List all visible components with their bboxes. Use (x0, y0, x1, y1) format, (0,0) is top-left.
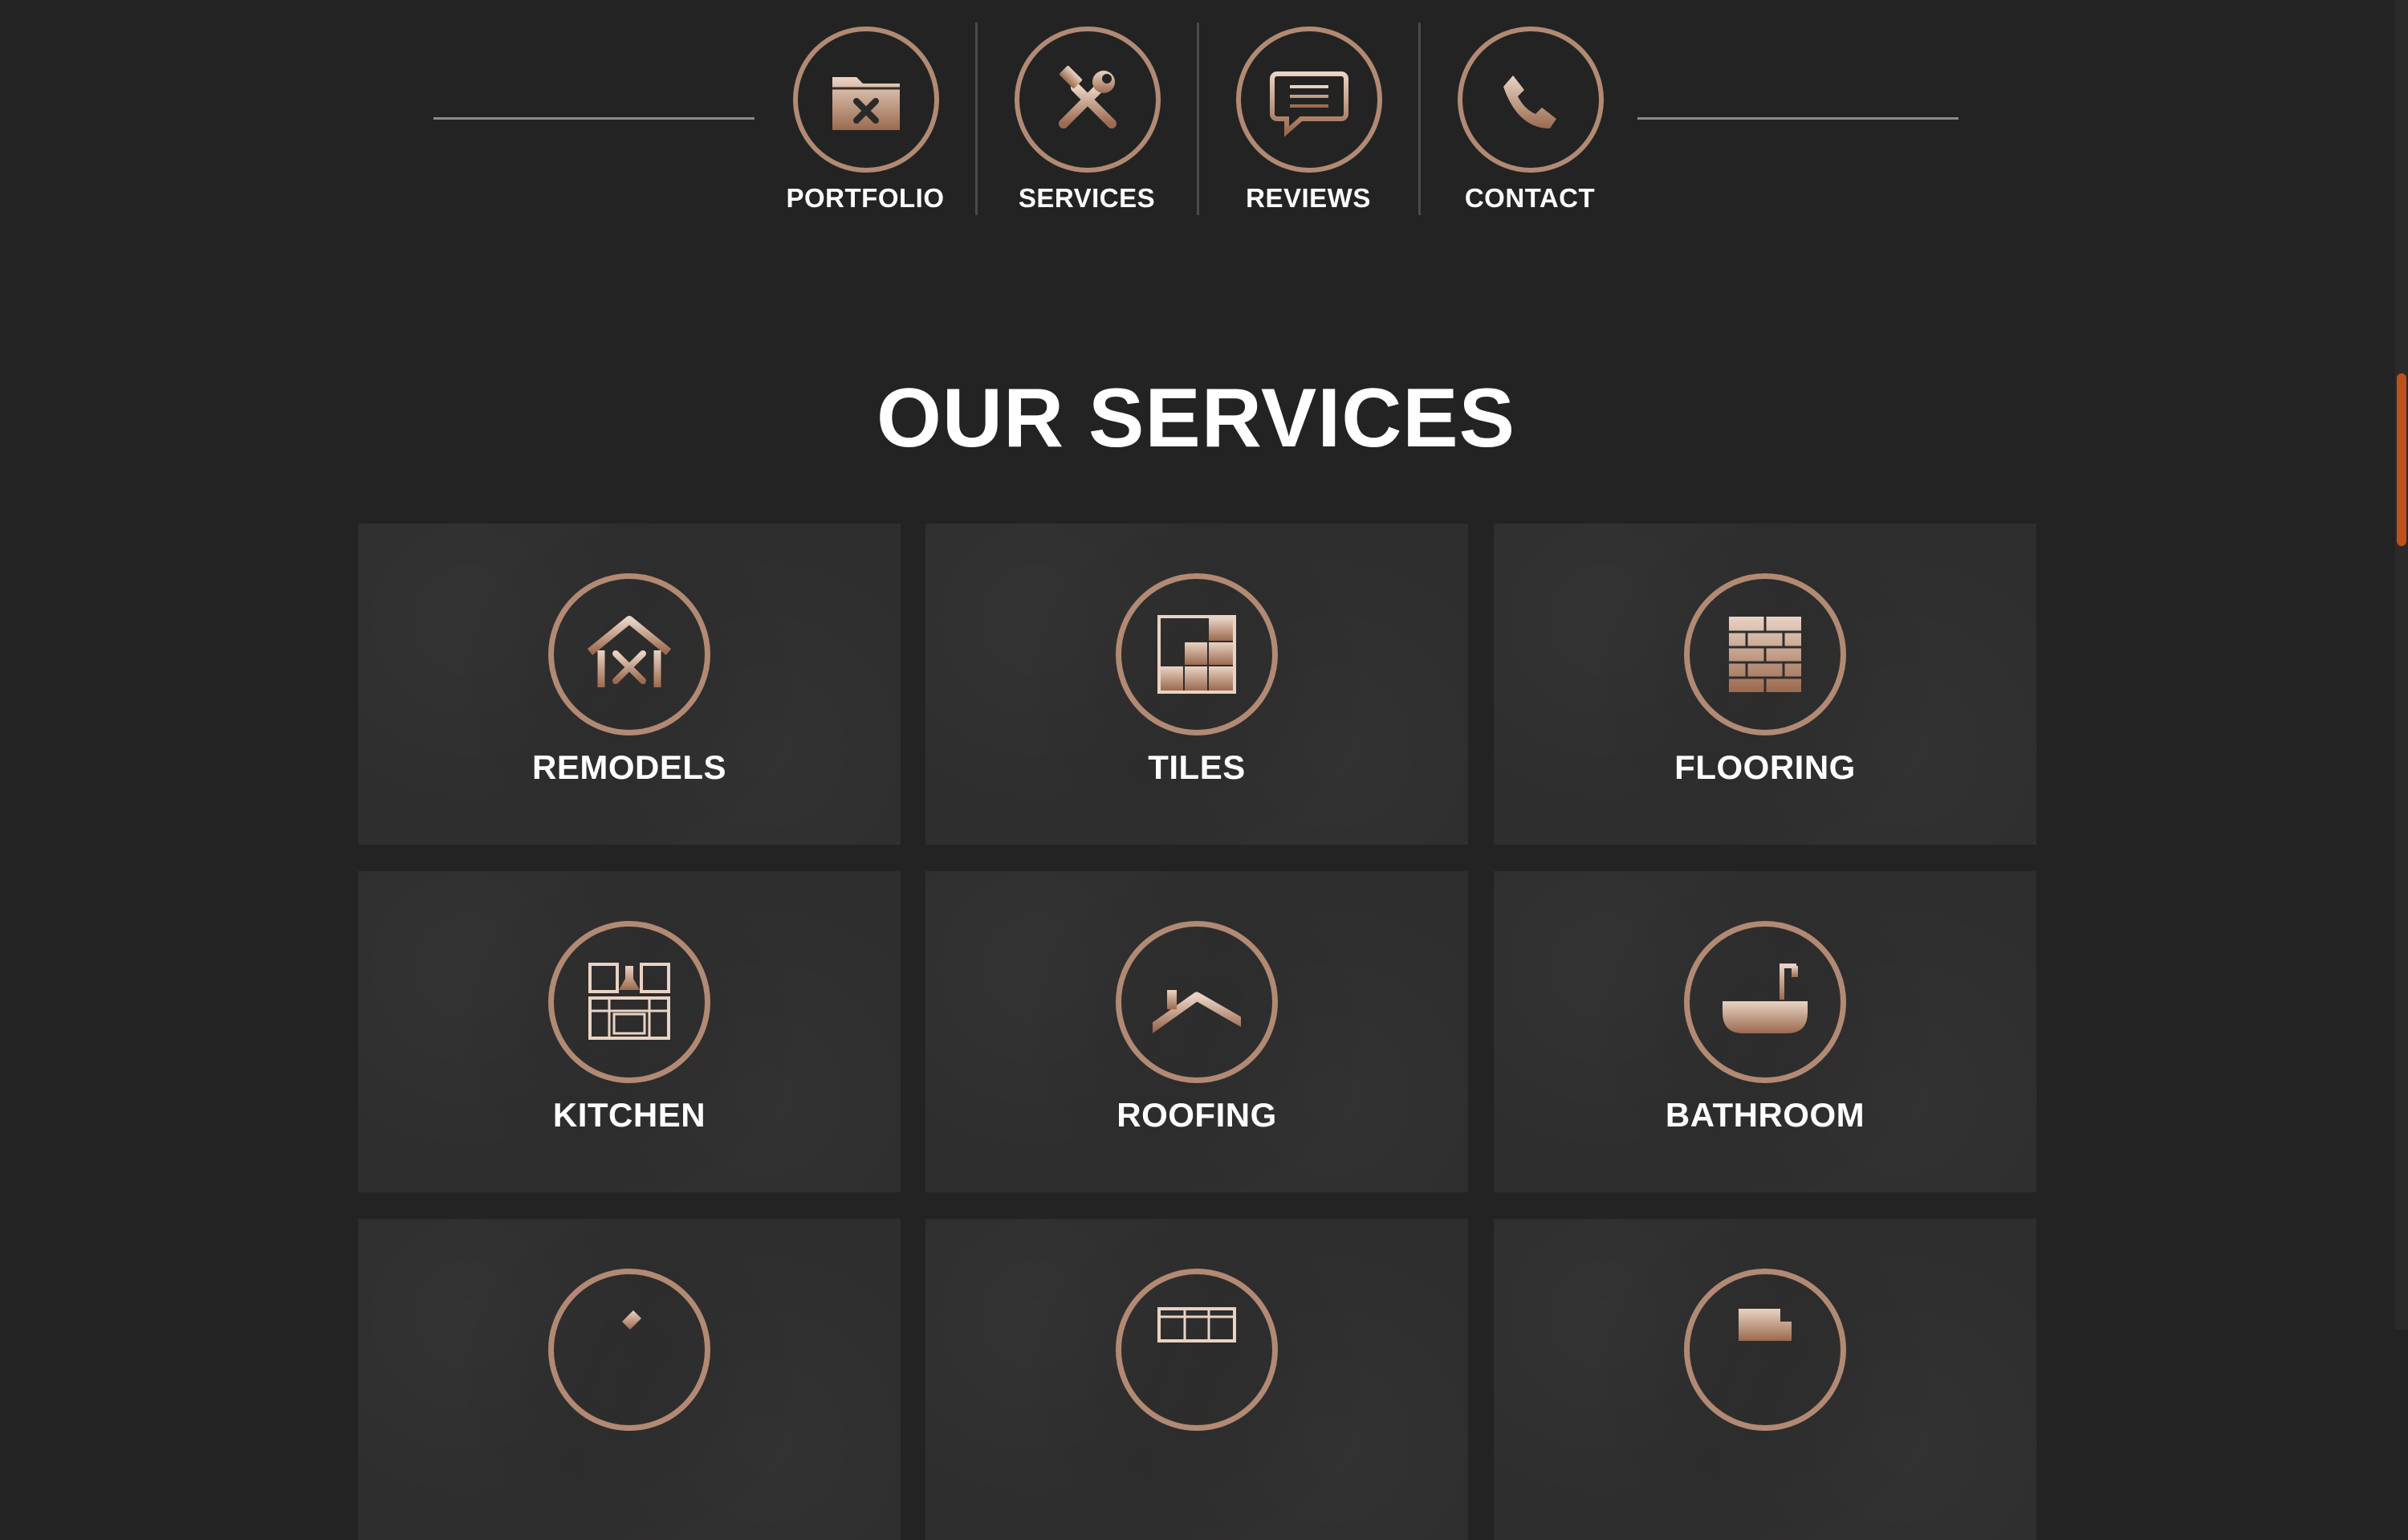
wrench-icon (622, 1310, 641, 1330)
service-icon-ring (1684, 573, 1846, 735)
nav-icon-ring (1458, 26, 1604, 173)
nav-label-reviews: REVIEWS (1246, 183, 1371, 213)
service-icon-ring (1116, 921, 1278, 1083)
nav-icon-ring (1015, 26, 1161, 173)
cabinet-icon (1157, 1307, 1236, 1342)
service-label: FLOORING (1674, 748, 1856, 786)
nav-icon-ring (1236, 26, 1382, 173)
nav-item-services[interactable]: SERVICES (976, 0, 1198, 217)
house-tools-icon (587, 616, 672, 687)
nav-label-portfolio: PORTFOLIO (786, 183, 945, 213)
service-card-partial[interactable] (1494, 1219, 2036, 1540)
nav-item-reviews[interactable]: REVIEWS (1198, 0, 1419, 217)
nav-label-services: SERVICES (1018, 183, 1156, 213)
nav-line-right (1637, 117, 1959, 120)
kitchen-cabinets-icon (588, 963, 670, 1040)
speech-bubble-icon (1270, 71, 1348, 137)
service-card-partial[interactable] (925, 1219, 1468, 1540)
nav-item-contact[interactable]: CONTACT (1419, 0, 1641, 217)
service-label: BATHROOM (1665, 1096, 1865, 1134)
nav-label-contact: CONTACT (1464, 183, 1596, 213)
brick-flooring-icon (1729, 617, 1801, 692)
service-icon-ring (548, 573, 710, 735)
service-label: KITCHEN (552, 1096, 706, 1134)
service-icon-ring (548, 921, 710, 1083)
service-icon-ring (1684, 1269, 1846, 1431)
service-icon-ring (1116, 1269, 1278, 1431)
bathtub-icon (1723, 964, 1808, 1033)
scrollbar-thumb[interactable] (2397, 373, 2406, 546)
service-label: ROOFING (1117, 1096, 1277, 1134)
appliance-icon (1739, 1309, 1792, 1341)
scrollbar-track[interactable] (2395, 0, 2408, 1330)
service-card-roofing[interactable]: ROOFING (925, 871, 1468, 1192)
folder-pencil-icon (832, 77, 900, 130)
service-card-kitchen[interactable]: KITCHEN (358, 871, 901, 1192)
nav-line-left (433, 117, 755, 120)
nav-item-portfolio[interactable]: PORTFOLIO (755, 0, 976, 217)
service-icon-ring (1116, 573, 1278, 735)
service-card-flooring[interactable]: FLOORING (1494, 524, 2036, 845)
service-card-remodels[interactable]: REMODELS (358, 524, 901, 845)
service-icon-ring (1684, 921, 1846, 1083)
service-card-partial[interactable] (358, 1219, 901, 1540)
tools-icon (1059, 65, 1117, 128)
tiles-icon (1157, 615, 1236, 694)
service-label: REMODELS (531, 748, 726, 786)
service-label: TILES (1148, 748, 1246, 786)
roof-icon (1153, 990, 1241, 1033)
section-title: OUR SERVICES (876, 372, 1516, 465)
service-card-tiles[interactable]: TILES (925, 524, 1468, 845)
service-icon-ring (548, 1269, 710, 1431)
service-card-bathroom[interactable]: BATHROOM (1494, 871, 2036, 1192)
nav-icon-ring (793, 26, 939, 173)
phone-icon (1503, 75, 1556, 128)
